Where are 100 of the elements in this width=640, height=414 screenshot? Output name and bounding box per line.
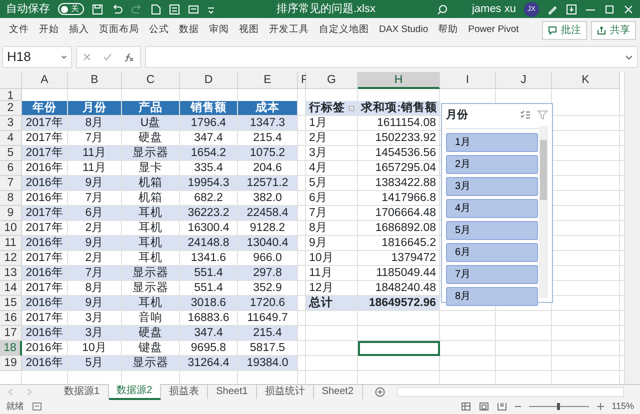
column-header[interactable]: E	[238, 72, 298, 89]
ribbon-tab[interactable]: 公式	[144, 22, 174, 38]
vertical-scrollbar[interactable]	[624, 72, 640, 384]
status-text: 就绪	[6, 400, 24, 413]
screen-icon[interactable]	[188, 4, 199, 14]
column-header[interactable]: I	[440, 72, 496, 89]
pen-icon[interactable]	[547, 4, 558, 14]
comment-icon	[548, 26, 557, 34]
row-header[interactable]: 13	[0, 266, 22, 281]
pivot-value: 1454536.56	[358, 146, 440, 161]
table-cell: 19954.3	[180, 176, 238, 191]
name-box[interactable]: H18	[2, 46, 72, 68]
horizontal-scrollbar[interactable]	[396, 387, 624, 397]
slicer-item[interactable]: 6月	[446, 242, 538, 262]
ribbon-tab[interactable]: 自定义地图	[314, 22, 374, 38]
document-icon[interactable]	[151, 4, 161, 14]
row-header[interactable]: 3	[0, 116, 22, 131]
filter-dropdown-icon[interactable]	[349, 104, 354, 112]
scroll-thumb[interactable]	[540, 140, 547, 200]
table-cell: 9月	[68, 176, 122, 191]
column-header[interactable]: C	[122, 72, 180, 89]
pivot-row-label: 5月	[306, 176, 358, 191]
table-cell: 耳机	[122, 296, 180, 311]
save-icon[interactable]	[92, 4, 103, 14]
ribbon-tab[interactable]: 帮助	[433, 22, 464, 38]
zoom-level[interactable]: 115%	[612, 400, 634, 414]
row-header[interactable]: 15	[0, 296, 22, 311]
redo-icon[interactable]	[131, 4, 143, 14]
selected-cell[interactable]	[358, 341, 440, 356]
ribbon-tab[interactable]: 开发工具	[264, 22, 314, 38]
ribbon-tab[interactable]: DAX Studio	[374, 22, 434, 38]
form-icon[interactable]	[169, 4, 180, 14]
ribbon-tab[interactable]: 数据	[174, 22, 204, 38]
close-icon[interactable]	[623, 4, 634, 14]
add-sheet-icon[interactable]	[374, 387, 385, 397]
ribbon-tab[interactable]: Power Pivot	[463, 22, 524, 38]
column-header[interactable]: B	[68, 72, 122, 89]
row-header[interactable]: 10	[0, 221, 22, 236]
ribbon-tab[interactable]: 审阅	[204, 22, 234, 38]
zoom-slider[interactable]	[557, 403, 560, 410]
row-header[interactable]: 5	[0, 146, 22, 161]
function-icon[interactable]	[124, 52, 134, 62]
column-header[interactable]: D	[180, 72, 238, 89]
row-header[interactable]: 18	[0, 341, 22, 356]
ribbon-tab[interactable]: 插入	[64, 22, 94, 38]
autosave-toggle[interactable]: 关	[58, 3, 84, 15]
page-layout-icon[interactable]	[478, 402, 489, 411]
column-header[interactable]: K	[552, 72, 620, 89]
sheet-tab[interactable]: 数据源2	[108, 384, 162, 400]
table-cell: 13040.4	[238, 236, 298, 251]
slicer-item[interactable]: 7月	[446, 264, 538, 284]
row-header[interactable]: 1	[0, 89, 22, 101]
column-header[interactable]: H	[358, 72, 440, 89]
row-header[interactable]: 7	[0, 176, 22, 191]
row-header[interactable]: 19	[0, 356, 22, 371]
pivot-value: 1502233.92	[358, 131, 440, 146]
share-button[interactable]: 共享	[591, 20, 636, 40]
row-header[interactable]: 8	[0, 191, 22, 206]
pivot-row-label: 9月	[306, 236, 358, 251]
search-icon[interactable]	[436, 4, 448, 14]
zoom-in-icon[interactable]	[596, 402, 604, 411]
column-header[interactable]: G	[306, 72, 358, 89]
row-header[interactable]: 12	[0, 251, 22, 266]
row-header[interactable]: 9	[0, 206, 22, 221]
table-cell: 22458.4	[238, 206, 298, 221]
slicer-scrollbar[interactable]	[539, 126, 548, 298]
column-header[interactable]: J	[496, 72, 552, 89]
enter-icon[interactable]	[103, 53, 112, 61]
row-header[interactable]: 4	[0, 131, 22, 146]
comment-button[interactable]: 批注	[542, 20, 587, 40]
undo-icon[interactable]	[111, 4, 123, 14]
ribbon-tab[interactable]: 视图	[234, 22, 264, 38]
table-cell: U盘	[122, 116, 180, 131]
slicer-item[interactable]: 2月	[446, 154, 538, 174]
row-header[interactable]: 16	[0, 311, 22, 326]
row-header[interactable]: 11	[0, 236, 22, 251]
ribbon-tab[interactable]: 页面布局	[94, 22, 144, 38]
formula-input[interactable]	[145, 46, 638, 68]
ribbon-tab[interactable]: 开始	[34, 22, 64, 38]
row-header[interactable]: 17	[0, 326, 22, 341]
ribbon-tab[interactable]: 文件	[4, 22, 34, 38]
row-header[interactable]: 14	[0, 281, 22, 296]
cancel-icon[interactable]	[83, 53, 91, 61]
column-heading: 成本	[238, 101, 298, 116]
multi-select-icon[interactable]	[520, 110, 531, 120]
page-break-icon[interactable]	[496, 402, 507, 411]
slicer-item[interactable]: 5月	[446, 220, 538, 240]
pivot-value: 1383422.88	[358, 176, 440, 191]
slicer-item[interactable]: 1月	[446, 132, 538, 152]
column-header[interactable]: A	[22, 72, 68, 89]
ribbon-display-icon[interactable]	[566, 4, 577, 14]
slicer-item[interactable]: 8月	[446, 286, 538, 306]
row-header[interactable]: 2	[0, 101, 22, 116]
normal-view-icon[interactable]	[460, 402, 471, 411]
slicer-item[interactable]: 4月	[446, 198, 538, 218]
row-header[interactable]: 6	[0, 161, 22, 176]
pivot-value: 1686892.08	[358, 221, 440, 236]
slicer-item[interactable]: 3月	[446, 176, 538, 196]
table-cell: 347.4	[180, 326, 238, 341]
maximize-icon[interactable]	[604, 4, 615, 14]
